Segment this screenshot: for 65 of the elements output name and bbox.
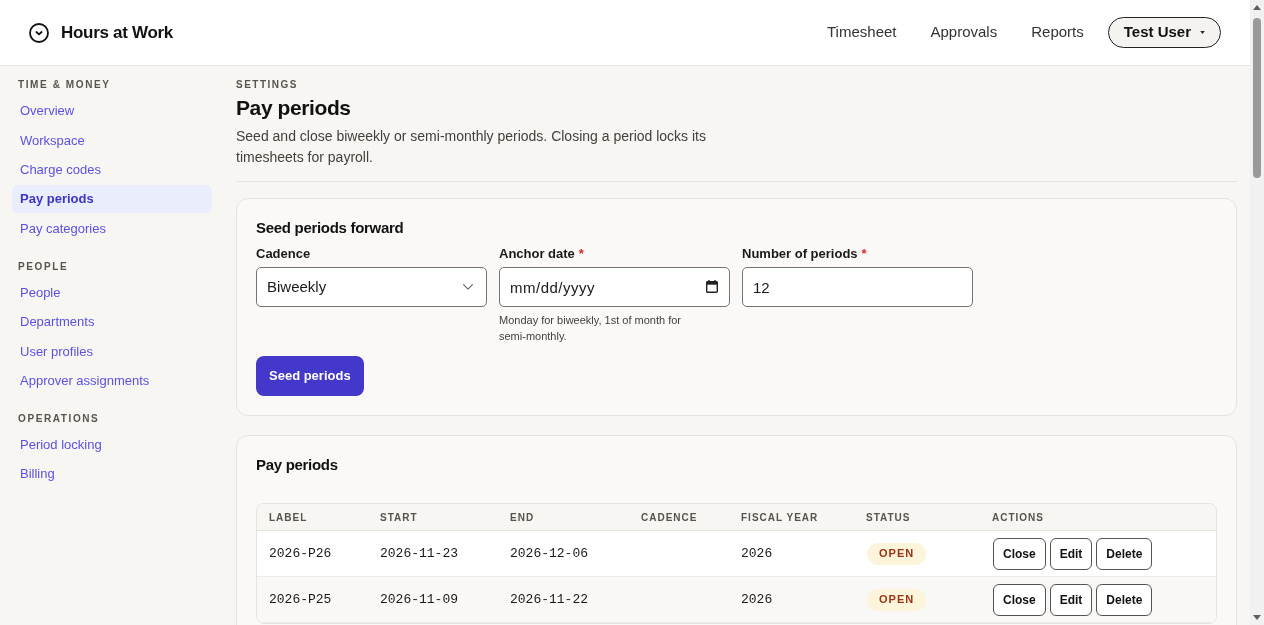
row-action-button[interactable]: Edit: [1049, 583, 1093, 616]
row-action-button[interactable]: Delete: [1096, 537, 1153, 570]
row-action-button[interactable]: Edit: [1049, 537, 1093, 570]
scroll-up-arrow-icon[interactable]: [1253, 5, 1261, 10]
column-header: STATUS: [865, 510, 912, 525]
nav-link[interactable]: Approvals: [930, 21, 998, 44]
scrollbar-thumb[interactable]: [1253, 18, 1261, 178]
anchor-date-field[interactable]: mm/dd/yyyy: [499, 267, 730, 307]
table-cell-text: 2026-12-06: [509, 544, 589, 563]
table-cell-text: 2026-11-09: [379, 590, 459, 609]
required-mark: *: [861, 245, 867, 263]
sidebar-item[interactable]: People: [12, 278, 212, 307]
user-menu-button[interactable]: Test User: [1107, 17, 1221, 48]
field-hint: Monday for biweekly, 1st of month for semi-monthly.: [499, 313, 682, 344]
column-header: ACTIONS: [991, 510, 1045, 525]
table-cell-text: 2026: [740, 590, 774, 609]
row-action-button[interactable]: Delete: [1096, 583, 1153, 616]
column-header: END: [509, 510, 536, 525]
sidebar-section-heading: PEOPLE: [17, 259, 70, 274]
card-title: Pay periods: [256, 455, 339, 475]
table-cell-text: 2026-P25: [268, 590, 333, 609]
sidebar-item[interactable]: Pay categories: [12, 214, 212, 243]
sidebar-item[interactable]: Overview: [12, 97, 212, 125]
number-of-periods-field[interactable]: 12: [742, 267, 973, 307]
row-action-button[interactable]: Close: [993, 537, 1046, 570]
seed-periods-button[interactable]: Seed periods: [256, 356, 364, 396]
clock-icon: [29, 22, 49, 43]
sidebar-section-heading: TIME & MONEY: [17, 78, 112, 92]
sidebar-item[interactable]: Pay periods: [12, 185, 212, 214]
column-header: FISCAL YEAR: [740, 510, 820, 525]
sidebar-item[interactable]: Billing: [12, 460, 212, 489]
page-description: Seed and close biweekly or semi-monthly periods. Closing a period locks its timesheets for payroll.: [236, 127, 707, 167]
nav-link[interactable]: Timesheet: [827, 21, 897, 44]
calendar-icon[interactable]: [706, 280, 718, 293]
page-title: Pay periods: [236, 95, 352, 121]
scroll-down-arrow-icon[interactable]: [1253, 615, 1261, 620]
table-cell-text: 2026: [740, 544, 774, 563]
nav-link[interactable]: Reports: [1031, 21, 1084, 44]
field-label: Cadence: [256, 245, 311, 263]
field-label: Number of periods: [742, 245, 858, 263]
caret-icon: [1200, 31, 1205, 34]
cadence-select[interactable]: Biweekly: [256, 267, 487, 307]
column-header: START: [379, 510, 419, 525]
column-header: CADENCE: [640, 510, 699, 525]
sidebar-item[interactable]: Departments: [12, 307, 212, 336]
status-badge: OPEN: [867, 542, 927, 565]
sidebar-item[interactable]: Charge codes: [12, 155, 212, 184]
required-mark: *: [578, 245, 584, 263]
column-header: LABEL: [268, 510, 309, 525]
sidebar-item[interactable]: Workspace: [12, 126, 212, 155]
table-cell-text: 2026-P26: [268, 544, 333, 563]
page-eyebrow: SETTINGS: [236, 78, 299, 92]
sidebar-item[interactable]: Approver assignments: [12, 366, 212, 395]
app-title: Hours at Work: [61, 21, 173, 44]
sidebar-item[interactable]: User profiles: [12, 337, 212, 366]
status-badge: OPEN: [867, 588, 927, 611]
sidebar-section-heading: OPERATIONS: [17, 411, 101, 426]
field-label: Anchor date: [499, 245, 575, 263]
table-cell-text: 2026-11-23: [379, 544, 459, 563]
chevron-down-icon: [463, 284, 473, 290]
card-title: Seed periods forward: [256, 218, 405, 238]
scrollbar[interactable]: [1250, 0, 1264, 625]
table-cell-text: 2026-11-22: [509, 590, 589, 609]
sidebar-item[interactable]: Period locking: [12, 430, 212, 459]
row-action-button[interactable]: Close: [993, 583, 1046, 616]
